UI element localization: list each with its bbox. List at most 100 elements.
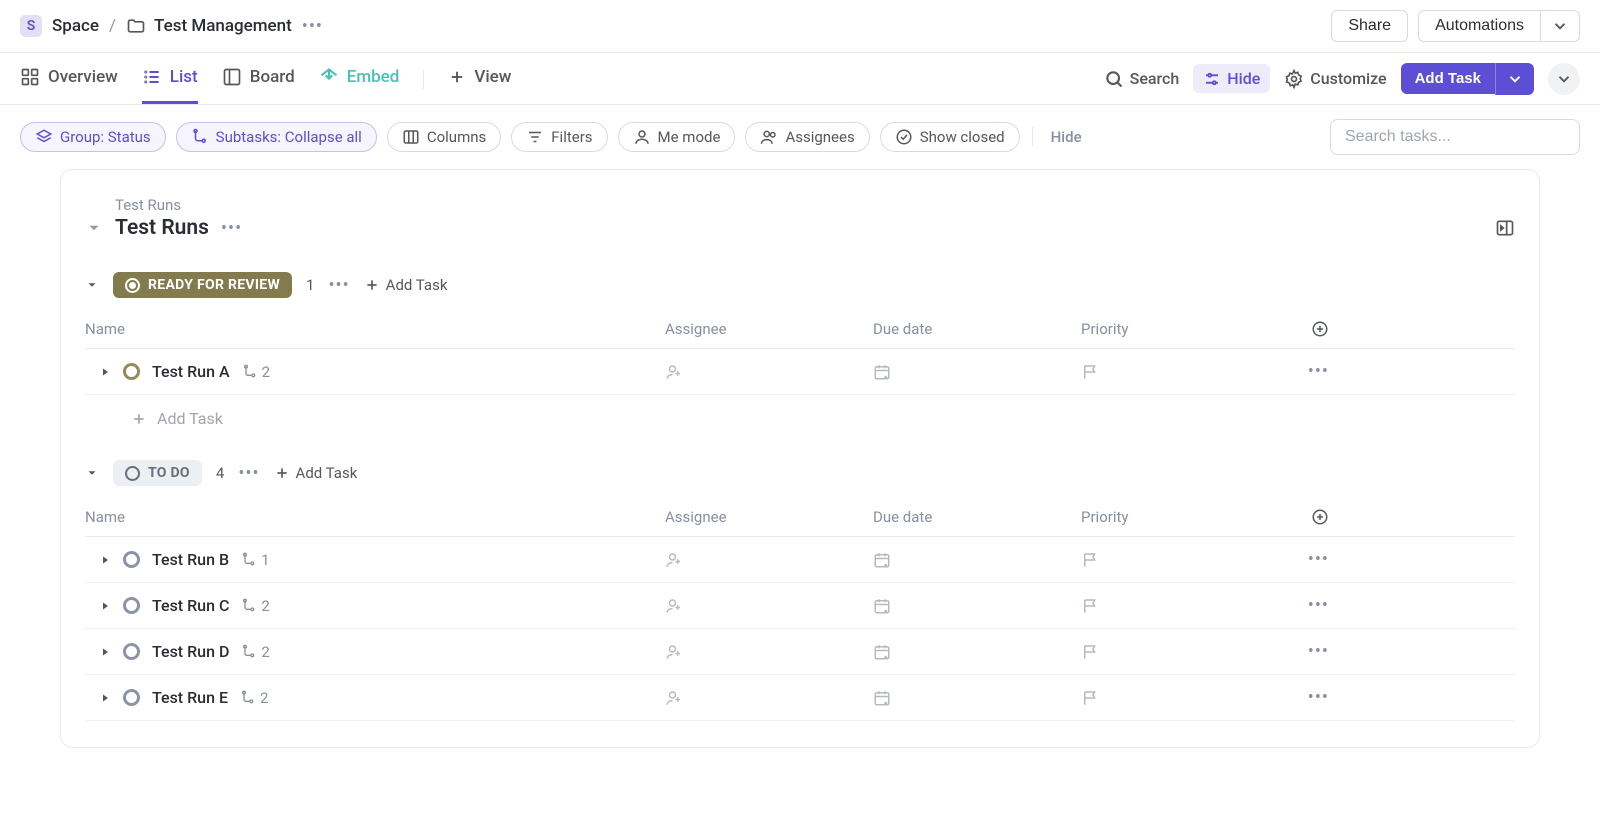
status-pill[interactable]: READY FOR REVIEW (113, 272, 292, 298)
assignee-cell[interactable] (665, 643, 873, 661)
row-more-icon[interactable]: ••• (1308, 549, 1329, 570)
subtask-count[interactable]: 2 (241, 597, 269, 615)
row-more-icon[interactable]: ••• (1308, 687, 1329, 708)
group-count: 4 (216, 464, 224, 482)
card-more-icon[interactable]: ••• (221, 218, 242, 239)
add-task-group: Add Task (1401, 63, 1534, 95)
priority-cell[interactable] (1081, 551, 1289, 569)
expand-round-button[interactable] (1548, 63, 1580, 95)
space-badge[interactable]: S (20, 15, 42, 37)
col-add-header[interactable] (1289, 508, 1329, 526)
subtask-count[interactable]: 1 (241, 551, 269, 569)
col-name-header[interactable]: Name (85, 320, 665, 338)
row-expand-icon[interactable] (99, 366, 111, 378)
group-add-task-button[interactable]: Add Task (274, 464, 358, 482)
col-priority-header[interactable]: Priority (1081, 320, 1289, 338)
subtask-count[interactable]: 2 (242, 363, 270, 381)
tab-board[interactable]: Board (222, 53, 295, 104)
breadcrumb-space[interactable]: Space (52, 16, 99, 36)
assignee-cell[interactable] (665, 689, 873, 707)
col-due-header[interactable]: Due date (873, 320, 1081, 338)
add-task-caret-button[interactable] (1495, 63, 1534, 95)
tab-overview[interactable]: Overview (20, 53, 118, 104)
task-name[interactable]: Test Run C (152, 596, 229, 615)
task-name[interactable]: Test Run D (152, 642, 229, 661)
row-expand-icon[interactable] (99, 692, 111, 704)
row-expand-icon[interactable] (99, 600, 111, 612)
row-more-icon[interactable]: ••• (1308, 595, 1329, 616)
tab-embed[interactable]: Embed (319, 53, 400, 104)
table-row[interactable]: Test Run B 1 ••• (85, 537, 1515, 583)
row-more-icon[interactable]: ••• (1308, 641, 1329, 662)
group-more-icon[interactable]: ••• (328, 275, 349, 296)
col-assignee-header[interactable]: Assignee (665, 508, 873, 526)
task-name[interactable]: Test Run E (152, 688, 228, 707)
due-date-cell[interactable] (873, 363, 1081, 381)
caret-down-icon[interactable] (85, 219, 103, 237)
chip-me-mode[interactable]: Me mode (618, 122, 736, 152)
tab-list[interactable]: List (142, 53, 198, 104)
subtask-count[interactable]: 2 (240, 689, 268, 707)
row-status-icon[interactable] (123, 363, 140, 380)
table-row[interactable]: Test Run D 2 ••• (85, 629, 1515, 675)
chip-filters[interactable]: Filters (511, 122, 607, 152)
automations-caret-button[interactable] (1541, 10, 1580, 42)
subtask-count[interactable]: 2 (241, 643, 269, 661)
filters-hide-button[interactable]: Hide (1045, 128, 1082, 146)
hide-action[interactable]: Hide (1193, 64, 1270, 93)
breadcrumb-more-icon[interactable]: ••• (302, 16, 323, 37)
chip-assignees-label: Assignees (785, 128, 854, 146)
row-status-icon[interactable] (123, 551, 140, 568)
chip-columns[interactable]: Columns (387, 122, 501, 152)
task-table: NameAssigneeDue datePriority Test Run A 2 •… (85, 310, 1515, 395)
chip-group-status[interactable]: Group: Status (20, 122, 166, 152)
priority-cell[interactable] (1081, 689, 1289, 707)
table-row[interactable]: Test Run A 2 ••• (85, 349, 1515, 395)
priority-cell[interactable] (1081, 597, 1289, 615)
status-pill[interactable]: TO DO (113, 460, 202, 486)
group-add-task-button[interactable]: Add Task (364, 276, 448, 294)
row-expand-icon[interactable] (99, 554, 111, 566)
collapse-panel-icon[interactable] (1495, 218, 1515, 238)
priority-cell[interactable] (1081, 363, 1289, 381)
row-status-icon[interactable] (123, 597, 140, 614)
col-name-header[interactable]: Name (85, 508, 665, 526)
assignee-cell[interactable] (665, 551, 873, 569)
search-tasks-input[interactable] (1330, 119, 1580, 155)
add-task-button[interactable]: Add Task (1401, 63, 1495, 94)
row-more-icon[interactable]: ••• (1308, 361, 1329, 382)
table-row[interactable]: Test Run E 2 ••• (85, 675, 1515, 721)
group-header: READY FOR REVIEW1•••Add Task (85, 272, 1515, 298)
group-caret-icon[interactable] (85, 466, 99, 480)
table-row[interactable]: Test Run C 2 ••• (85, 583, 1515, 629)
due-date-cell[interactable] (873, 597, 1081, 615)
row-expand-icon[interactable] (99, 646, 111, 658)
assignee-cell[interactable] (665, 597, 873, 615)
search-action[interactable]: Search (1104, 69, 1180, 89)
task-name[interactable]: Test Run B (152, 550, 229, 569)
col-add-header[interactable] (1289, 320, 1329, 338)
priority-cell[interactable] (1081, 643, 1289, 661)
assignee-cell[interactable] (665, 363, 873, 381)
chip-assignees[interactable]: Assignees (745, 122, 869, 152)
group-more-icon[interactable]: ••• (238, 463, 259, 484)
chip-subtasks[interactable]: Subtasks: Collapse all (176, 122, 377, 152)
row-status-icon[interactable] (123, 689, 140, 706)
tabs-right: Search Hide Customize Add Task (1104, 63, 1580, 95)
col-priority-header[interactable]: Priority (1081, 508, 1289, 526)
due-date-cell[interactable] (873, 643, 1081, 661)
col-due-header[interactable]: Due date (873, 508, 1081, 526)
tab-add-view[interactable]: View (448, 53, 511, 104)
task-name[interactable]: Test Run A (152, 362, 230, 381)
share-button[interactable]: Share (1331, 10, 1408, 42)
chip-show-closed[interactable]: Show closed (880, 122, 1020, 152)
due-date-cell[interactable] (873, 551, 1081, 569)
add-task-row[interactable]: Add Task (85, 395, 1515, 428)
breadcrumb-folder[interactable]: Test Management (126, 16, 292, 36)
col-assignee-header[interactable]: Assignee (665, 320, 873, 338)
row-status-icon[interactable] (123, 643, 140, 660)
automations-button[interactable]: Automations (1418, 10, 1541, 42)
due-date-cell[interactable] (873, 689, 1081, 707)
customize-action[interactable]: Customize (1284, 69, 1386, 89)
group-caret-icon[interactable] (85, 278, 99, 292)
